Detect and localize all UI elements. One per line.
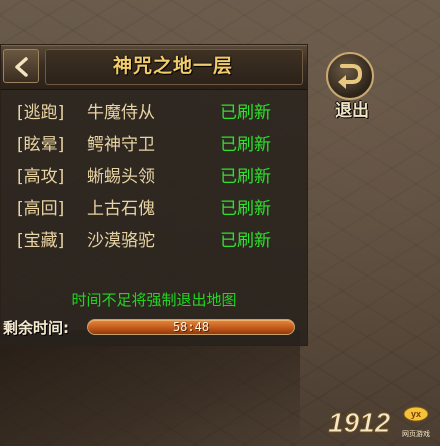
- boss-tag: [眩晕]: [17, 135, 65, 155]
- boss-name: 鳄神守卫: [87, 135, 155, 155]
- boss-row[interactable]: [逃跑] 牛魔侍从 已刷新: [1, 97, 307, 129]
- timer-label: 剩余时间:: [3, 319, 69, 337]
- time-warning: 时间不足将强制退出地图: [71, 291, 237, 309]
- logo-badge: yx: [411, 409, 421, 419]
- exit-label: 退出: [335, 101, 369, 121]
- boss-name: 上古石傀: [87, 199, 155, 219]
- boss-row[interactable]: [高回] 上古石傀 已刷新: [1, 193, 307, 225]
- chevron-left-icon: [15, 57, 28, 77]
- boss-status: 已刷新: [220, 135, 271, 155]
- boss-name: 牛魔侍从: [87, 103, 155, 123]
- boss-status: 已刷新: [220, 103, 271, 123]
- site-logo: 1912 yx 网页游戏: [326, 404, 436, 440]
- boss-tag: [宝藏]: [17, 231, 65, 251]
- collapse-button[interactable]: [3, 49, 39, 83]
- map-title: 神咒之地一层: [112, 55, 233, 77]
- panel-title-bar: 神咒之地一层: [1, 45, 307, 90]
- boss-status: 已刷新: [220, 167, 271, 187]
- boss-status: 已刷新: [220, 199, 271, 219]
- exit-arrow-icon: [338, 64, 363, 89]
- boss-row[interactable]: [宝藏] 沙漠骆驼 已刷新: [1, 225, 307, 257]
- boss-row[interactable]: [眩晕] 鳄神守卫 已刷新: [1, 129, 307, 161]
- boss-list: [逃跑] 牛魔侍从 已刷新 [眩晕] 鳄神守卫 已刷新 [高攻] 蜥蜴头领 已刷…: [1, 97, 307, 257]
- logo-number: 1912: [328, 407, 391, 438]
- dungeon-info-panel: 神咒之地一层 [逃跑] 牛魔侍从 已刷新 [眩晕] 鳄神守卫 已刷新 [高攻] …: [0, 44, 308, 346]
- boss-name: 沙漠骆驼: [87, 231, 155, 251]
- timer-bar: 58:48: [87, 319, 295, 335]
- logo-subtitle: 网页游戏: [402, 429, 430, 438]
- boss-row[interactable]: [高攻] 蜥蜴头领 已刷新: [1, 161, 307, 193]
- exit-button[interactable]: 退出: [322, 52, 382, 121]
- boss-name: 蜥蜴头领: [87, 167, 155, 187]
- boss-status: 已刷新: [220, 231, 271, 251]
- floor-shadow: [0, 330, 300, 446]
- timer-value: 58:48: [172, 320, 210, 334]
- boss-tag: [高攻]: [17, 167, 65, 187]
- boss-tag: [逃跑]: [17, 103, 65, 123]
- boss-tag: [高回]: [17, 199, 65, 219]
